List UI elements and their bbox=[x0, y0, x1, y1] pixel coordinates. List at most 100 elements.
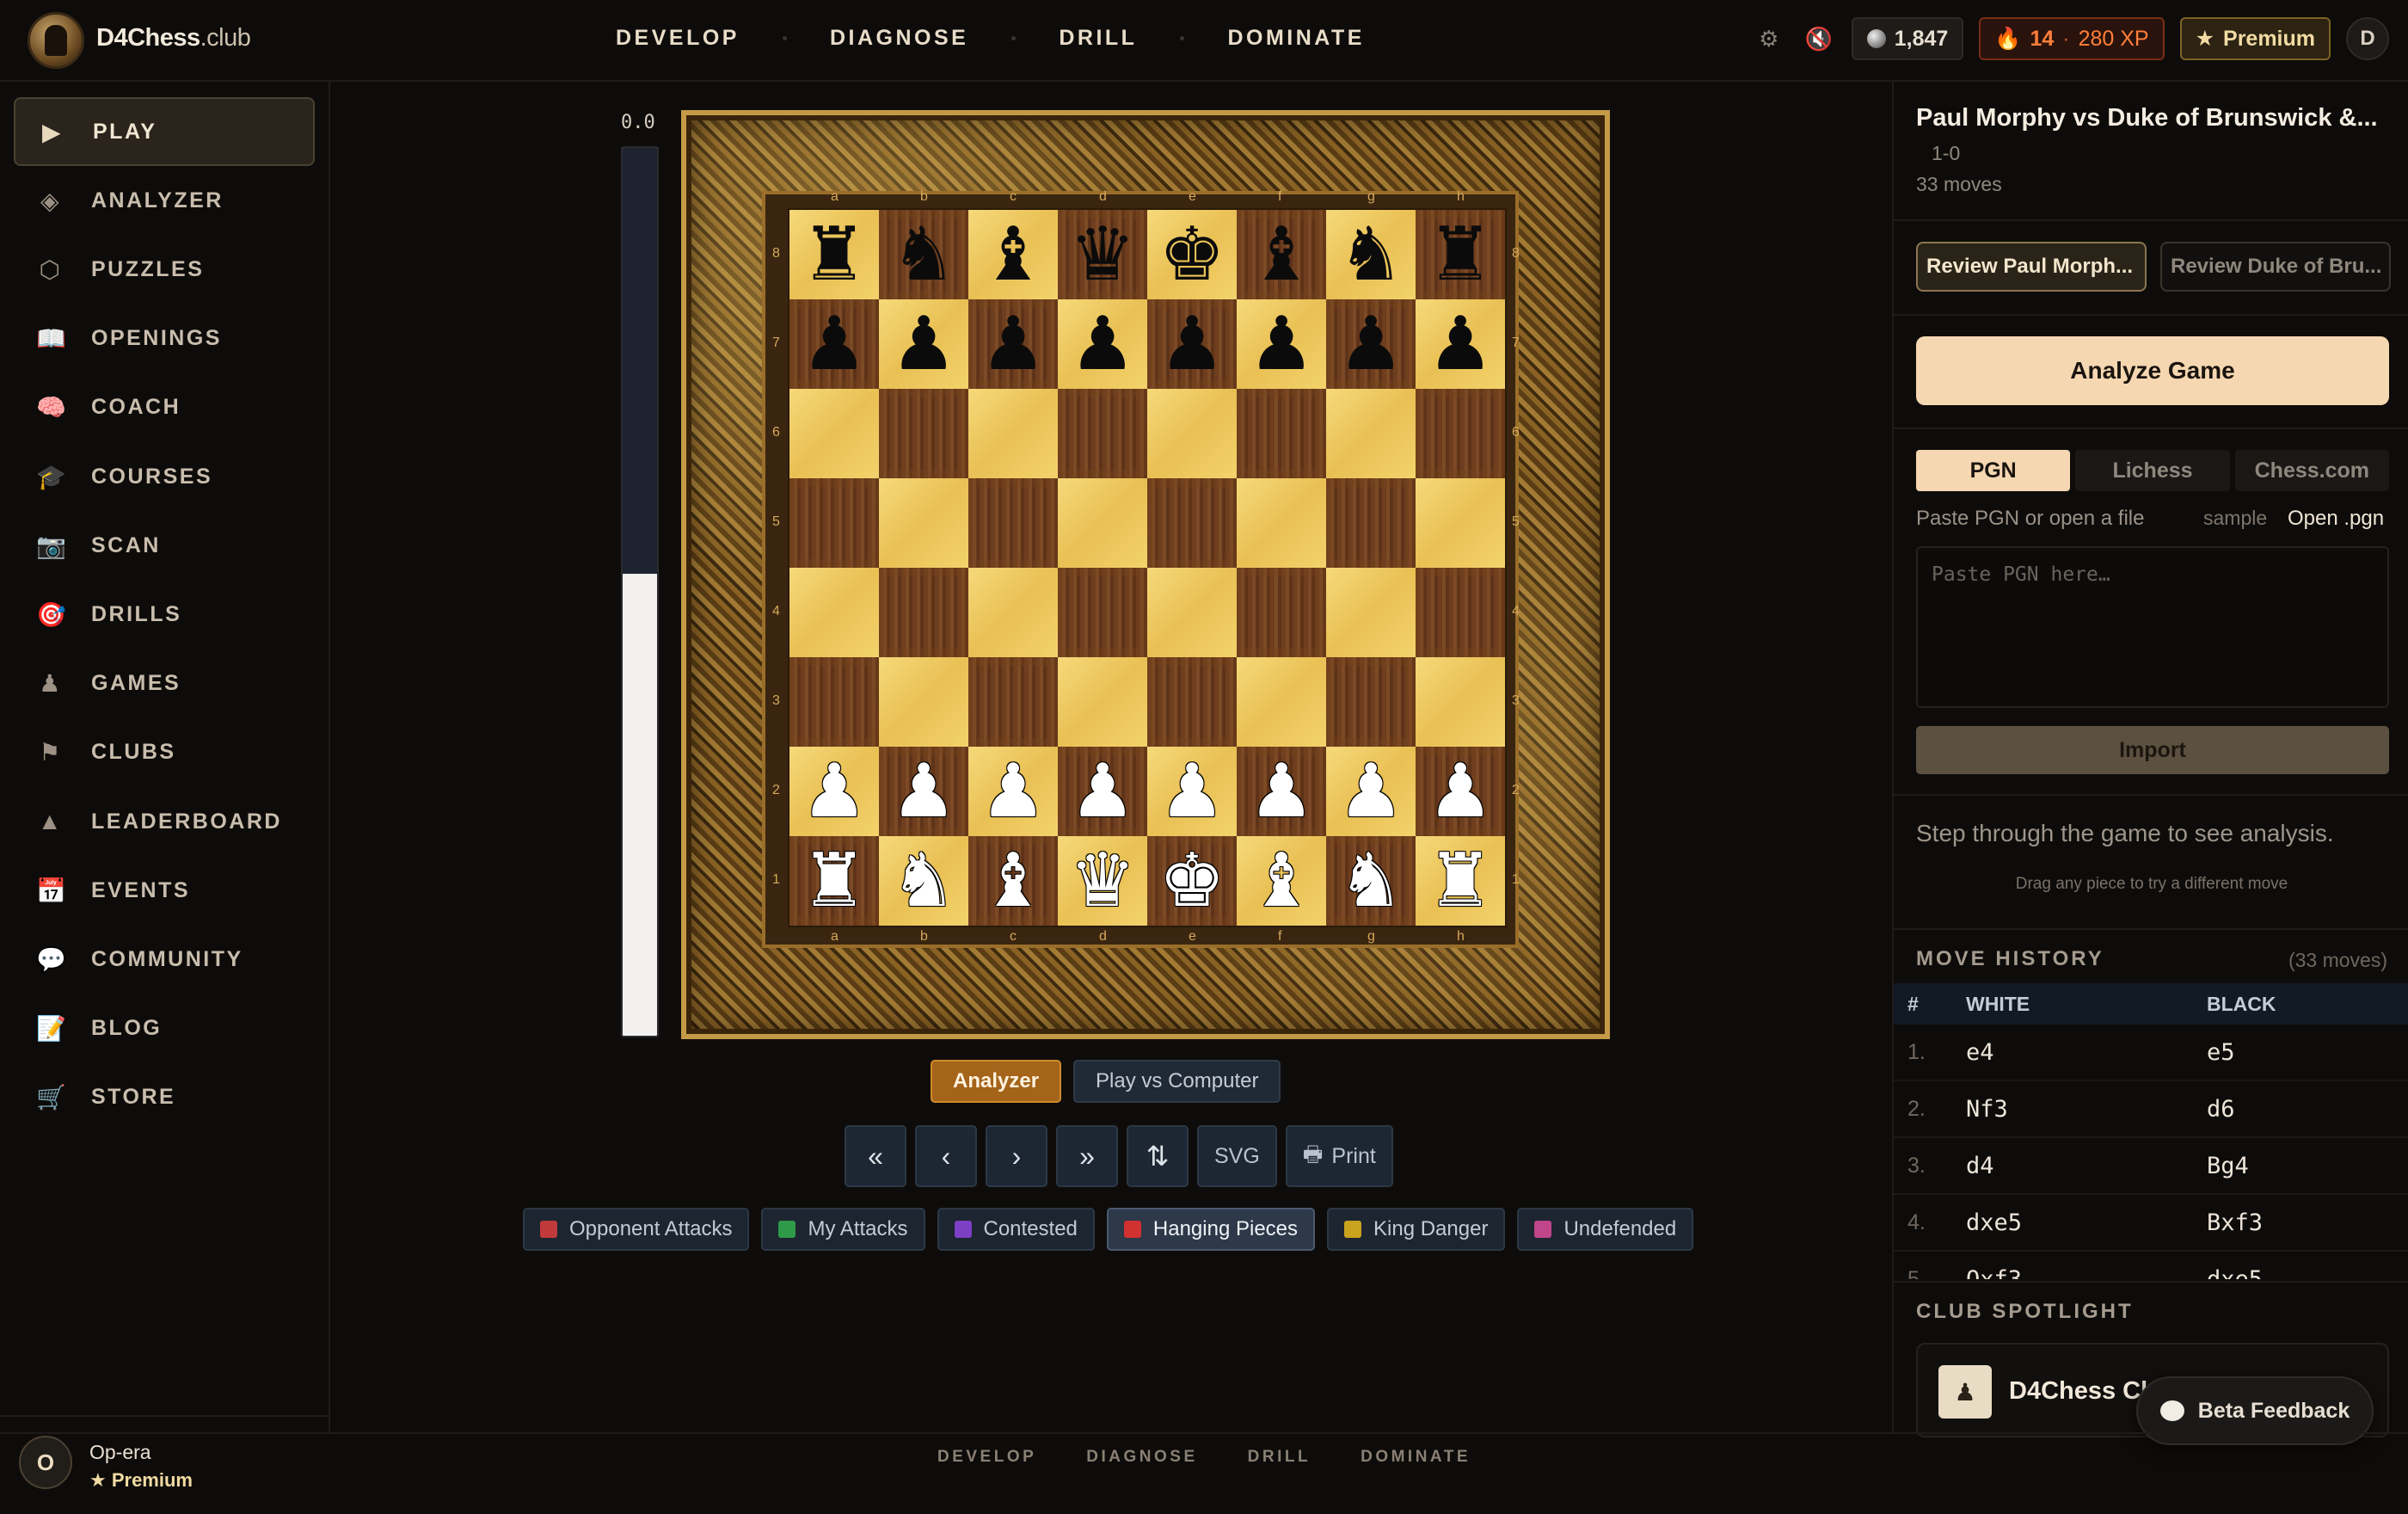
square-a3[interactable] bbox=[789, 657, 879, 747]
square-f1[interactable]: ♝ bbox=[1237, 836, 1326, 926]
square-g6[interactable] bbox=[1326, 389, 1416, 478]
sidebar-item-scan[interactable]: 📷 SCAN bbox=[14, 511, 315, 580]
square-c7[interactable]: ♟ bbox=[968, 299, 1058, 389]
square-e1[interactable]: ♚ bbox=[1147, 836, 1237, 926]
square-a8[interactable]: ♜ bbox=[789, 210, 879, 299]
overlay-my-attacks-toggle[interactable]: My Attacks bbox=[761, 1208, 925, 1251]
square-a6[interactable] bbox=[789, 389, 879, 478]
last-move-button[interactable]: » bbox=[1056, 1125, 1118, 1187]
sidebar-item-puzzles[interactable]: ⬡ PUZZLES bbox=[14, 235, 315, 304]
square-c6[interactable] bbox=[968, 389, 1058, 478]
sidebar-item-games[interactable]: ♟ GAMES bbox=[14, 649, 315, 718]
square-h6[interactable] bbox=[1416, 389, 1505, 478]
white-move[interactable]: e4 bbox=[1966, 1039, 2207, 1066]
white-pawn-icon[interactable]: ♟ bbox=[1069, 754, 1135, 828]
square-d1[interactable]: ♛ bbox=[1058, 836, 1147, 926]
square-g5[interactable] bbox=[1326, 478, 1416, 568]
square-e8[interactable]: ♚ bbox=[1147, 210, 1237, 299]
square-f2[interactable]: ♟ bbox=[1237, 747, 1326, 836]
white-move[interactable]: d4 bbox=[1966, 1153, 2207, 1179]
overlay-contested-toggle[interactable]: Contested bbox=[937, 1208, 1095, 1251]
sidebar-item-analyzer[interactable]: ◈ ANALYZER bbox=[14, 166, 315, 235]
premium-badge[interactable]: ★ Premium bbox=[2179, 17, 2331, 60]
black-knight-icon[interactable]: ♞ bbox=[1337, 218, 1404, 292]
square-f8[interactable]: ♝ bbox=[1237, 210, 1326, 299]
tab-lichess[interactable]: Lichess bbox=[2075, 450, 2230, 491]
top-nav-develop[interactable]: DEVELOP bbox=[616, 26, 740, 51]
overlay-opponent-attacks-toggle[interactable]: Opponent Attacks bbox=[523, 1208, 750, 1251]
square-b2[interactable]: ♟ bbox=[879, 747, 968, 836]
square-h4[interactable] bbox=[1416, 568, 1505, 657]
analyze-game-button[interactable]: Analyze Game bbox=[1916, 336, 2389, 405]
square-d3[interactable] bbox=[1058, 657, 1147, 747]
sidebar-item-community[interactable]: 💬 COMMUNITY bbox=[14, 925, 315, 994]
square-g3[interactable] bbox=[1326, 657, 1416, 747]
black-move[interactable]: d6 bbox=[2207, 1096, 2235, 1123]
black-pawn-icon[interactable]: ♟ bbox=[980, 307, 1046, 381]
black-rook-icon[interactable]: ♜ bbox=[1427, 218, 1493, 292]
square-c3[interactable] bbox=[968, 657, 1058, 747]
first-move-button[interactable]: « bbox=[845, 1125, 906, 1187]
sidebar-item-blog[interactable]: 📝 BLOG bbox=[14, 994, 315, 1063]
white-pawn-icon[interactable]: ♟ bbox=[1427, 754, 1493, 828]
square-c2[interactable]: ♟ bbox=[968, 747, 1058, 836]
square-h8[interactable]: ♜ bbox=[1416, 210, 1505, 299]
white-rook-icon[interactable]: ♜ bbox=[1427, 844, 1493, 918]
white-knight-icon[interactable]: ♞ bbox=[890, 844, 956, 918]
overlay-hanging-pieces-toggle[interactable]: Hanging Pieces bbox=[1106, 1208, 1316, 1251]
black-pawn-icon[interactable]: ♟ bbox=[801, 307, 867, 381]
black-move[interactable]: dxe5 bbox=[2207, 1266, 2263, 1280]
square-c5[interactable] bbox=[968, 478, 1058, 568]
logo-icon[interactable] bbox=[28, 12, 84, 69]
square-d2[interactable]: ♟ bbox=[1058, 747, 1147, 836]
square-b6[interactable] bbox=[879, 389, 968, 478]
square-g4[interactable] bbox=[1326, 568, 1416, 657]
gear-icon[interactable]: ⚙ bbox=[1752, 26, 1786, 52]
square-f3[interactable] bbox=[1237, 657, 1326, 747]
square-e4[interactable] bbox=[1147, 568, 1237, 657]
black-move[interactable]: Bg4 bbox=[2207, 1153, 2249, 1179]
flip-board-button[interactable]: ⇅ bbox=[1127, 1125, 1189, 1187]
square-g7[interactable]: ♟ bbox=[1326, 299, 1416, 389]
sample-link[interactable]: sample bbox=[2203, 507, 2267, 530]
svg-export-button[interactable]: SVG bbox=[1197, 1125, 1277, 1187]
square-d8[interactable]: ♛ bbox=[1058, 210, 1147, 299]
square-d6[interactable] bbox=[1058, 389, 1147, 478]
white-rook-icon[interactable]: ♜ bbox=[801, 844, 867, 918]
white-pawn-icon[interactable]: ♟ bbox=[801, 754, 867, 828]
black-king-icon[interactable]: ♚ bbox=[1158, 218, 1225, 292]
review-black-button[interactable]: Review Duke of Bru... bbox=[2160, 242, 2391, 292]
square-d5[interactable] bbox=[1058, 478, 1147, 568]
brand-name[interactable]: D4Chess.club bbox=[96, 24, 251, 52]
square-a4[interactable] bbox=[789, 568, 879, 657]
square-g2[interactable]: ♟ bbox=[1326, 747, 1416, 836]
black-pawn-icon[interactable]: ♟ bbox=[890, 307, 956, 381]
import-button[interactable]: Import bbox=[1916, 726, 2389, 774]
square-g1[interactable]: ♞ bbox=[1326, 836, 1416, 926]
square-a5[interactable] bbox=[789, 478, 879, 568]
white-king-icon[interactable]: ♚ bbox=[1158, 844, 1225, 918]
square-h3[interactable] bbox=[1416, 657, 1505, 747]
black-rook-icon[interactable]: ♜ bbox=[801, 218, 867, 292]
white-queen-icon[interactable]: ♛ bbox=[1069, 844, 1135, 918]
sidebar-item-leaderboard[interactable]: ▲ LEADERBOARD bbox=[14, 787, 315, 856]
black-queen-icon[interactable]: ♛ bbox=[1069, 218, 1135, 292]
black-pawn-icon[interactable]: ♟ bbox=[1427, 307, 1493, 381]
square-h5[interactable] bbox=[1416, 478, 1505, 568]
top-nav-drill[interactable]: DRILL bbox=[1059, 26, 1137, 51]
black-bishop-icon[interactable]: ♝ bbox=[1248, 218, 1314, 292]
square-b5[interactable] bbox=[879, 478, 968, 568]
square-h1[interactable]: ♜ bbox=[1416, 836, 1505, 926]
square-b1[interactable]: ♞ bbox=[879, 836, 968, 926]
square-d7[interactable]: ♟ bbox=[1058, 299, 1147, 389]
sidebar-item-events[interactable]: 📅 EVENTS bbox=[14, 856, 315, 925]
white-move[interactable]: Qxf3 bbox=[1966, 1266, 2207, 1280]
next-move-button[interactable]: › bbox=[986, 1125, 1047, 1187]
square-f6[interactable] bbox=[1237, 389, 1326, 478]
black-pawn-icon[interactable]: ♟ bbox=[1248, 307, 1314, 381]
square-c8[interactable]: ♝ bbox=[968, 210, 1058, 299]
white-bishop-icon[interactable]: ♝ bbox=[1248, 844, 1314, 918]
user-avatar[interactable]: D bbox=[2346, 17, 2389, 60]
square-a7[interactable]: ♟ bbox=[789, 299, 879, 389]
open-pgn-link[interactable]: Open .pgn bbox=[2288, 507, 2384, 531]
